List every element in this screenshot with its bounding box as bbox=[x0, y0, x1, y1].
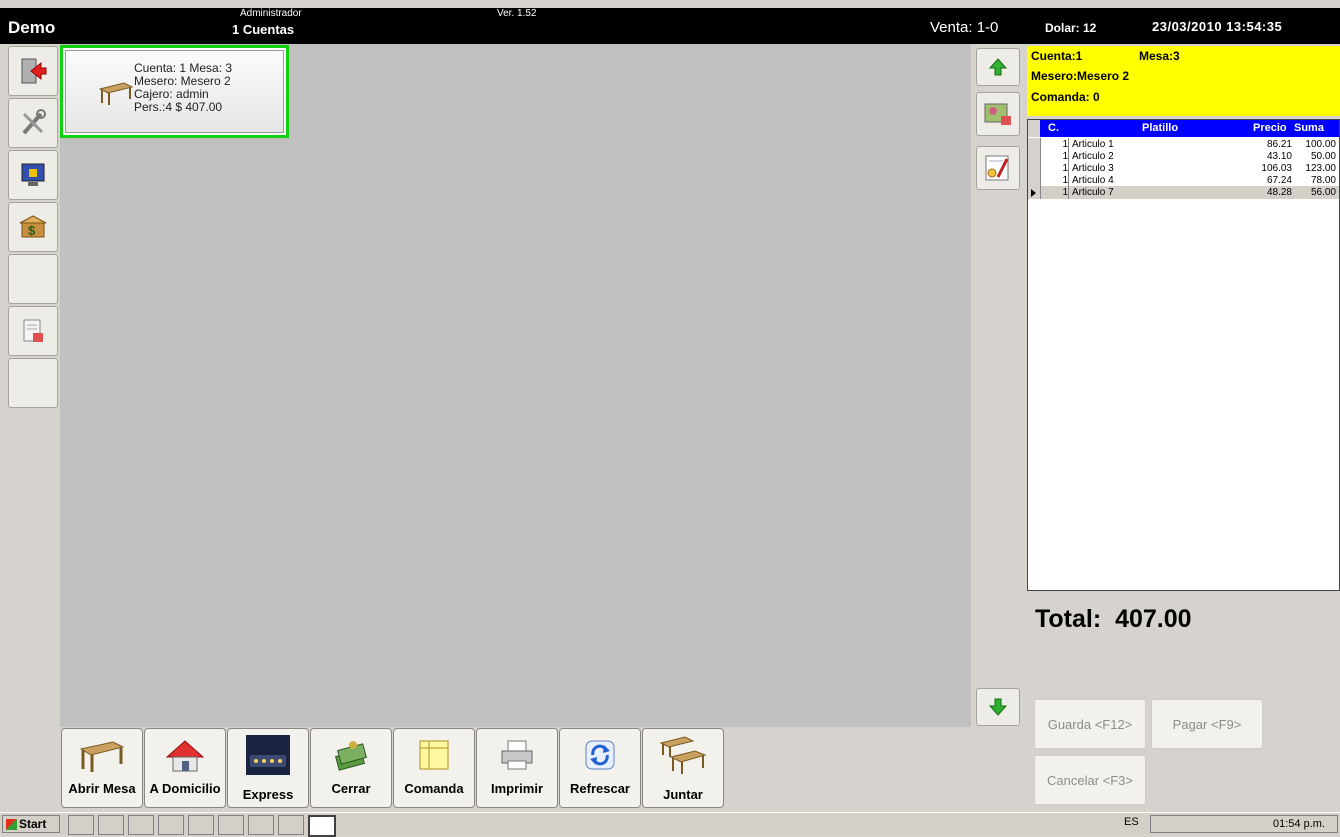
cell-precio: 48.28 bbox=[1266, 187, 1292, 198]
app-name: Demo bbox=[8, 18, 56, 37]
clock: 01:54 p.m. bbox=[1273, 818, 1325, 830]
accounts-count: 1 Cuentas bbox=[232, 22, 295, 37]
info-mesa: Mesa:3 bbox=[1139, 49, 1180, 63]
table-icon bbox=[98, 82, 134, 105]
order-table: C. Platillo Precio Suma 1 Articulo 1 86.21… bbox=[1027, 119, 1340, 591]
col-platillo: Platillo bbox=[1142, 122, 1179, 134]
house-icon bbox=[165, 740, 205, 772]
cash-button[interactable]: $ bbox=[8, 202, 58, 252]
refresh-icon bbox=[585, 740, 615, 770]
cancel-document-icon bbox=[23, 319, 43, 342]
scroll-down-button[interactable] bbox=[976, 688, 1020, 726]
cerrar-button[interactable]: Cerrar bbox=[310, 728, 392, 808]
lock-screen-button[interactable] bbox=[8, 150, 58, 200]
col-precio: Precio bbox=[1253, 122, 1287, 134]
cancel-order-button[interactable] bbox=[8, 306, 58, 356]
quicklaunch-users-icon[interactable] bbox=[68, 815, 94, 835]
version-label: Ver. 1.52 bbox=[497, 8, 537, 19]
express-label: Express bbox=[242, 787, 294, 802]
info-mesero: Mesero:Mesero 2 bbox=[1031, 69, 1130, 83]
abrir-mesa-label: Abrir Mesa bbox=[68, 781, 136, 796]
cerrar-label: Cerrar bbox=[331, 781, 371, 796]
sale-label: Venta: 1-0 bbox=[930, 19, 999, 36]
row-pointer-icon bbox=[1031, 189, 1036, 197]
info-comanda: Comanda: 0 bbox=[1031, 90, 1100, 104]
dollar-rate: Dolar: 12 bbox=[1045, 21, 1097, 35]
refrescar-button[interactable]: Refrescar bbox=[559, 728, 641, 808]
notes-icon bbox=[985, 155, 1009, 181]
order-sheet-icon bbox=[419, 740, 449, 770]
pagar-button[interactable]: Pagar <F9> bbox=[1151, 699, 1263, 749]
card-persons-total: Pers.:4 $ 407.00 bbox=[134, 100, 223, 114]
comanda-label: Comanda bbox=[404, 781, 464, 796]
cell-suma: 56.00 bbox=[1310, 187, 1336, 198]
cell-platillo: Articulo 7 bbox=[1072, 187, 1114, 198]
order-info: Cuenta:1 Mesa:3 Mesero:Mesero 2 Comanda:… bbox=[1027, 46, 1340, 116]
imprimir-label: Imprimir bbox=[490, 781, 543, 796]
notes-button[interactable] bbox=[976, 146, 1020, 190]
quicklaunch-firefox-icon[interactable] bbox=[188, 815, 214, 835]
quicklaunch-tool-icon[interactable] bbox=[98, 815, 124, 835]
side-blank-button-2[interactable] bbox=[8, 358, 58, 408]
lock-monitor-icon bbox=[21, 163, 45, 186]
quicklaunch-arrow-icon[interactable] bbox=[248, 815, 274, 835]
join-tables-icon bbox=[659, 736, 707, 774]
cancelar-button[interactable]: Cancelar <F3> bbox=[1034, 755, 1146, 805]
juntar-button[interactable]: Juntar bbox=[642, 728, 724, 808]
total-value: 407.00 bbox=[1115, 605, 1192, 633]
table-icon bbox=[79, 741, 125, 772]
start-label: Start bbox=[19, 817, 47, 831]
abrir-mesa-button[interactable]: Abrir Mesa bbox=[61, 728, 143, 808]
datetime: 23/03/2010 13:54:35 bbox=[1152, 19, 1283, 34]
cash-box-icon: $ bbox=[19, 215, 47, 238]
tools-icon bbox=[22, 109, 46, 135]
exit-icon bbox=[21, 58, 47, 84]
a-domicilio-button[interactable]: A Domicilio bbox=[144, 728, 226, 808]
guarda-button[interactable]: Guarda <F12> bbox=[1034, 699, 1146, 749]
order-table-header: C. Platillo Precio Suma bbox=[1028, 120, 1339, 137]
arrow-down-icon bbox=[988, 698, 1008, 716]
table-card[interactable]: Cuenta: 1 Mesa: 3 Mesero: Mesero 2 Cajer… bbox=[60, 45, 289, 138]
tables-area bbox=[60, 44, 971, 727]
imprimir-button[interactable]: Imprimir bbox=[476, 728, 558, 808]
quicklaunch-media-icon[interactable] bbox=[278, 815, 304, 835]
night-photo-icon bbox=[246, 735, 290, 775]
money-stack-icon bbox=[335, 741, 367, 771]
total-label: Total: bbox=[1035, 605, 1102, 633]
express-button[interactable]: Express bbox=[227, 728, 309, 808]
total: Total: 407.00 bbox=[1035, 605, 1192, 634]
taskbar: Start ES 01:54 p.m. bbox=[0, 812, 1340, 837]
side-blank-button[interactable] bbox=[8, 254, 58, 304]
printer-icon bbox=[501, 740, 533, 770]
cancel-items-icon bbox=[984, 103, 1011, 125]
col-c: C. bbox=[1048, 122, 1059, 134]
settings-button[interactable] bbox=[8, 98, 58, 148]
user-label: Administrador bbox=[240, 8, 302, 19]
a-domicilio-label: A Domicilio bbox=[149, 781, 221, 796]
svg-text:$: $ bbox=[28, 223, 36, 238]
comanda-button[interactable]: Comanda bbox=[393, 728, 475, 808]
language-indicator[interactable]: ES bbox=[1124, 816, 1139, 828]
info-cuenta: Cuenta:1 bbox=[1031, 49, 1083, 63]
cell-c: 1 bbox=[1040, 186, 1069, 199]
scroll-up-button[interactable] bbox=[976, 48, 1020, 86]
quicklaunch-moon-icon[interactable] bbox=[218, 815, 244, 835]
refrescar-label: Refrescar bbox=[570, 781, 630, 796]
col-suma: Suma bbox=[1294, 122, 1324, 134]
exit-button[interactable] bbox=[8, 46, 58, 96]
arrow-up-icon bbox=[988, 58, 1008, 76]
clear-items-button[interactable] bbox=[976, 92, 1020, 136]
start-button[interactable]: Start bbox=[2, 815, 60, 833]
juntar-label: Juntar bbox=[663, 787, 703, 802]
system-tray: 01:54 p.m. bbox=[1150, 815, 1338, 833]
title-bar: Demo Administrador 1 Cuentas Ver. 1.52 V… bbox=[0, 8, 1340, 44]
quicklaunch-app-icon[interactable] bbox=[158, 815, 184, 835]
windows-icon bbox=[6, 819, 17, 830]
quicklaunch-folder-icon[interactable] bbox=[128, 815, 154, 835]
table-row[interactable]: 1 Articulo 7 48.28 56.00 bbox=[1028, 186, 1339, 199]
